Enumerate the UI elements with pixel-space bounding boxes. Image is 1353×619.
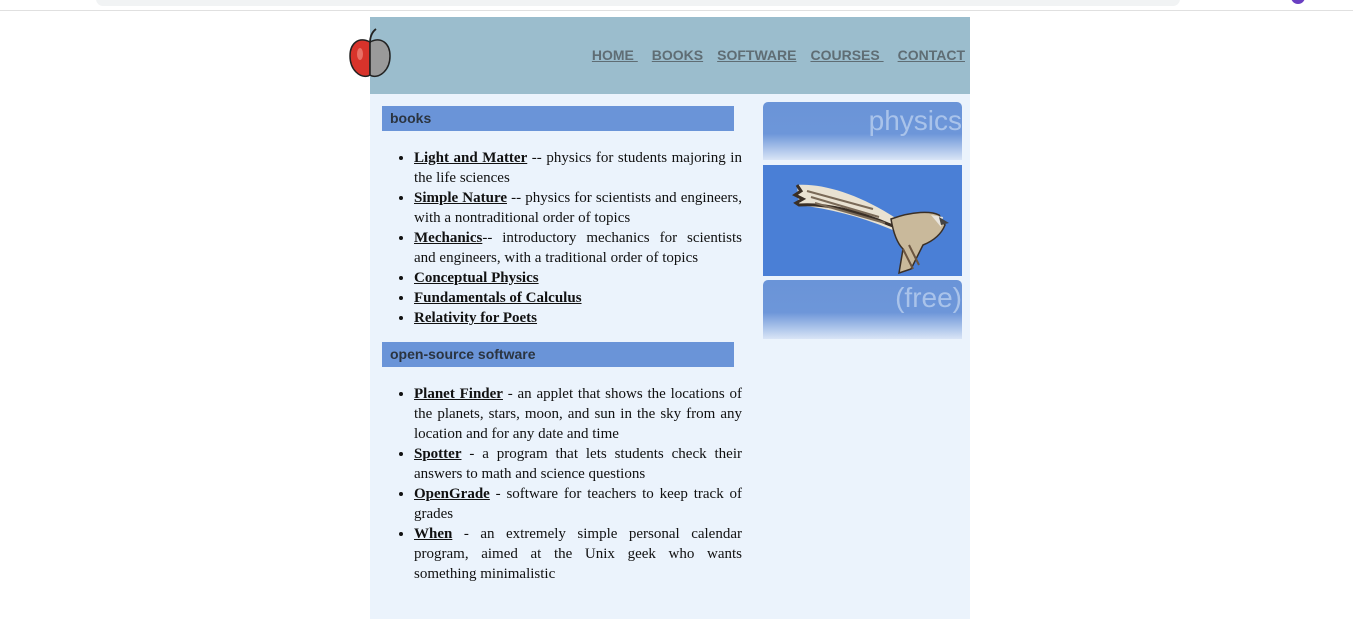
book-link[interactable]: Conceptual Physics <box>414 270 539 286</box>
software-link[interactable]: OpenGrade <box>414 486 490 502</box>
software-description: - an extremely simple personal calendar … <box>414 526 742 582</box>
list-item: Fundamentals of Calculus <box>414 288 742 308</box>
nav-home-link[interactable]: HOME <box>592 47 638 63</box>
page: HOME BOOKS SOFTWARE COURSES CONTACT book… <box>349 17 970 619</box>
software-section-heading: open-source software <box>382 342 734 367</box>
nav-software-link[interactable]: SOFTWARE <box>717 47 796 63</box>
list-item: Conceptual Physics <box>414 268 742 288</box>
list-item: Light and Matter -- physics for students… <box>414 148 742 188</box>
address-bar[interactable] <box>96 0 1180 6</box>
hawk-icon <box>763 165 962 276</box>
books-section-heading: books <box>382 106 734 131</box>
list-item: Relativity for Poets <box>414 308 742 328</box>
apple-icon[interactable] <box>348 28 392 80</box>
list-item: Spotter - a program that lets students c… <box>414 444 742 484</box>
browser-toolbar <box>0 0 1353 11</box>
physics-banner: physics <box>763 102 962 160</box>
software-link[interactable]: Spotter <box>414 446 462 462</box>
list-item: Mechanics-- introductory mechanics for s… <box>414 228 742 268</box>
header: HOME BOOKS SOFTWARE COURSES CONTACT <box>349 17 970 94</box>
nav-contact-link[interactable]: CONTACT <box>898 47 965 63</box>
book-link[interactable]: Relativity for Poets <box>414 310 537 326</box>
list-item: Planet Finder - an applet that shows the… <box>414 384 742 444</box>
books-list: Light and Matter -- physics for students… <box>414 148 742 328</box>
free-banner: (free) <box>763 280 962 339</box>
book-link[interactable]: Simple Nature <box>414 190 507 206</box>
list-item: When - an extremely simple personal cale… <box>414 524 742 584</box>
profile-avatar[interactable] <box>1291 0 1305 4</box>
hawk-photo <box>763 165 962 276</box>
software-link[interactable]: When <box>414 526 452 542</box>
free-banner-text: (free) <box>895 282 962 313</box>
list-item: OpenGrade - software for teachers to kee… <box>414 484 742 524</box>
software-link[interactable]: Planet Finder <box>414 386 503 402</box>
software-list: Planet Finder - an applet that shows the… <box>414 384 742 584</box>
book-link[interactable]: Mechanics <box>414 230 482 246</box>
nav-books-link[interactable]: BOOKS <box>652 47 703 63</box>
main-nav: HOME BOOKS SOFTWARE COURSES CONTACT <box>592 47 965 63</box>
book-link[interactable]: Light and Matter <box>414 150 527 166</box>
list-item: Simple Nature -- physics for scientists … <box>414 188 742 228</box>
physics-banner-text: physics <box>868 105 962 136</box>
software-description: - a program that lets students check the… <box>414 446 742 482</box>
book-link[interactable]: Fundamentals of Calculus <box>414 290 582 306</box>
nav-courses-link[interactable]: COURSES <box>810 47 883 63</box>
